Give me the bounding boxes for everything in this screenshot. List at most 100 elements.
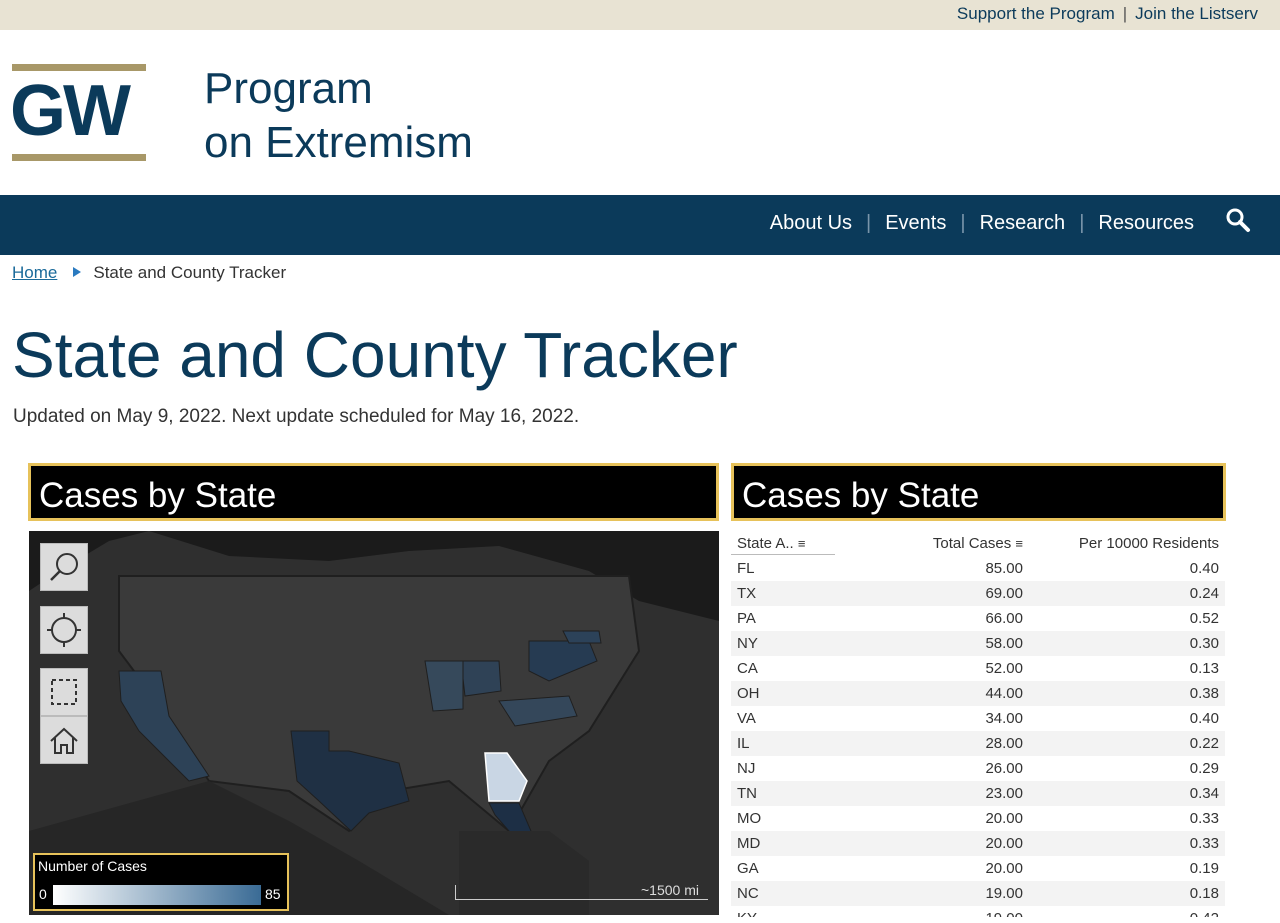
utility-separator: | <box>1122 4 1128 23</box>
crosshair-icon <box>47 613 81 647</box>
table-row[interactable]: CA 52.00 0.13 <box>731 656 1225 681</box>
cell-state: PA <box>737 610 756 627</box>
cell-state: IL <box>737 735 750 752</box>
cell-total: 20.00 <box>985 860 1023 877</box>
map-panel-title: Cases by State <box>28 463 719 521</box>
table-row[interactable]: NC 19.00 0.18 <box>731 881 1225 906</box>
page-title: State and County Tracker <box>12 319 738 391</box>
cell-per: 0.40 <box>1189 560 1219 577</box>
cell-per: 0.30 <box>1189 635 1219 652</box>
cell-total: 69.00 <box>985 585 1023 602</box>
table-row[interactable]: NY 58.00 0.30 <box>731 631 1225 656</box>
legend-max: 85 <box>265 886 281 902</box>
breadcrumb-current: State and County Tracker <box>93 263 287 282</box>
zoom-search-tool[interactable] <box>40 543 88 591</box>
reset-location-tool[interactable] <box>40 606 88 654</box>
search-icon[interactable] <box>1224 206 1252 234</box>
legend-title: Number of Cases <box>38 858 147 874</box>
breadcrumb-arrow-icon <box>73 267 82 277</box>
logo-letters: GW <box>10 71 131 151</box>
program-line-1: Program <box>204 64 373 113</box>
cell-total: 19.00 <box>985 885 1023 902</box>
legend-gradient <box>53 885 261 905</box>
cell-state: GA <box>737 860 759 877</box>
table-row[interactable]: KY 19.00 0.42 <box>731 906 1225 917</box>
nav-separator: | <box>866 212 872 234</box>
cell-total: 85.00 <box>985 560 1023 577</box>
join-listserv-link[interactable]: Join the Listserv <box>1135 4 1258 23</box>
cell-state: FL <box>737 560 755 577</box>
col-header-per[interactable]: Per 10000 Residents <box>1079 535 1219 552</box>
update-notice: Updated on May 9, 2022. Next update sche… <box>13 406 580 427</box>
legend-min: 0 <box>39 886 47 902</box>
cell-total: 58.00 <box>985 635 1023 652</box>
home-icon <box>50 727 78 754</box>
state-map[interactable]: Number of Cases 0 85 ~1500 mi <box>29 531 719 915</box>
table-row[interactable]: OH 44.00 0.38 <box>731 681 1225 706</box>
cell-per: 0.24 <box>1189 585 1219 602</box>
utility-links: Support the Program | Join the Listserv <box>957 4 1258 24</box>
cell-per: 0.13 <box>1189 660 1219 677</box>
home-view-tool[interactable] <box>40 716 88 764</box>
table-row[interactable]: TX 69.00 0.24 <box>731 581 1225 606</box>
rect-select-tool[interactable] <box>40 668 88 716</box>
zoom-search-icon <box>50 553 78 581</box>
map-scale-label: ~1500 mi <box>641 882 699 898</box>
table-row[interactable]: MO 20.00 0.33 <box>731 806 1225 831</box>
nav-items: About Us | Events | Research | Resources <box>770 212 1194 235</box>
nav-separator: | <box>1079 212 1085 234</box>
cell-total: 28.00 <box>985 735 1023 752</box>
table-row[interactable]: PA 66.00 0.52 <box>731 606 1225 631</box>
logo-bar-bottom <box>12 154 146 161</box>
nav-item-research[interactable]: Research <box>980 212 1066 234</box>
sort-icon[interactable]: ≡ <box>798 536 806 551</box>
cell-per: 0.33 <box>1189 835 1219 852</box>
table-body: FL 85.00 0.40 TX 69.00 0.24 PA 66.00 0.52 NY 58.00… <box>731 556 1225 917</box>
utility-bar: Support the Program | Join the Listserv <box>0 0 1280 30</box>
table-header: State A.. ≡ Total Cases ≡ Per 10000 Resi… <box>731 531 1225 555</box>
cell-per: 0.18 <box>1189 885 1219 902</box>
cell-state: NC <box>737 885 759 902</box>
cell-state: VA <box>737 710 756 727</box>
support-program-link[interactable]: Support the Program <box>957 4 1115 23</box>
cell-total: 44.00 <box>985 685 1023 702</box>
cell-total: 34.00 <box>985 710 1023 727</box>
table-row[interactable]: GA 20.00 0.19 <box>731 856 1225 881</box>
cell-total: 19.00 <box>985 910 1023 917</box>
table-row[interactable]: MD 20.00 0.33 <box>731 831 1225 856</box>
cell-per: 0.38 <box>1189 685 1219 702</box>
sort-icon[interactable]: ≡ <box>1015 536 1023 551</box>
col-header-total[interactable]: Total Cases ≡ <box>933 535 1023 552</box>
cell-per: 0.22 <box>1189 735 1219 752</box>
cell-state: NY <box>737 635 758 652</box>
nav-item-events[interactable]: Events <box>885 212 946 234</box>
table-row[interactable]: TN 23.00 0.34 <box>731 781 1225 806</box>
cell-total: 52.00 <box>985 660 1023 677</box>
cell-per: 0.19 <box>1189 860 1219 877</box>
table-row[interactable]: IL 28.00 0.22 <box>731 731 1225 756</box>
cell-per: 0.33 <box>1189 810 1219 827</box>
cases-table: State A.. ≡ Total Cases ≡ Per 10000 Resi… <box>731 531 1225 917</box>
program-line-2: on Extremism <box>204 118 473 167</box>
cell-per: 0.42 <box>1190 910 1219 917</box>
nav-item-about[interactable]: About Us <box>770 212 852 234</box>
gw-logo[interactable]: GW <box>10 64 146 162</box>
header-divider <box>731 554 835 555</box>
breadcrumb-home-link[interactable]: Home <box>12 263 57 282</box>
select-box-icon <box>51 679 77 705</box>
cell-state: KY <box>737 910 757 917</box>
cell-state: TN <box>737 785 757 802</box>
table-panel-title: Cases by State <box>731 463 1226 521</box>
program-name[interactable]: Program on Extremism <box>204 62 473 170</box>
cell-total: 66.00 <box>985 610 1023 627</box>
col-header-state[interactable]: State A.. ≡ <box>737 535 805 552</box>
table-row[interactable]: VA 34.00 0.40 <box>731 706 1225 731</box>
table-row[interactable]: NJ 26.00 0.29 <box>731 756 1225 781</box>
cell-total: 20.00 <box>985 835 1023 852</box>
cell-per: 0.34 <box>1189 785 1219 802</box>
nav-item-resources[interactable]: Resources <box>1098 212 1194 234</box>
cell-per: 0.40 <box>1189 710 1219 727</box>
cell-state: MO <box>737 810 762 827</box>
breadcrumb: Home State and County Tracker <box>12 263 286 283</box>
table-row[interactable]: FL 85.00 0.40 <box>731 556 1225 581</box>
